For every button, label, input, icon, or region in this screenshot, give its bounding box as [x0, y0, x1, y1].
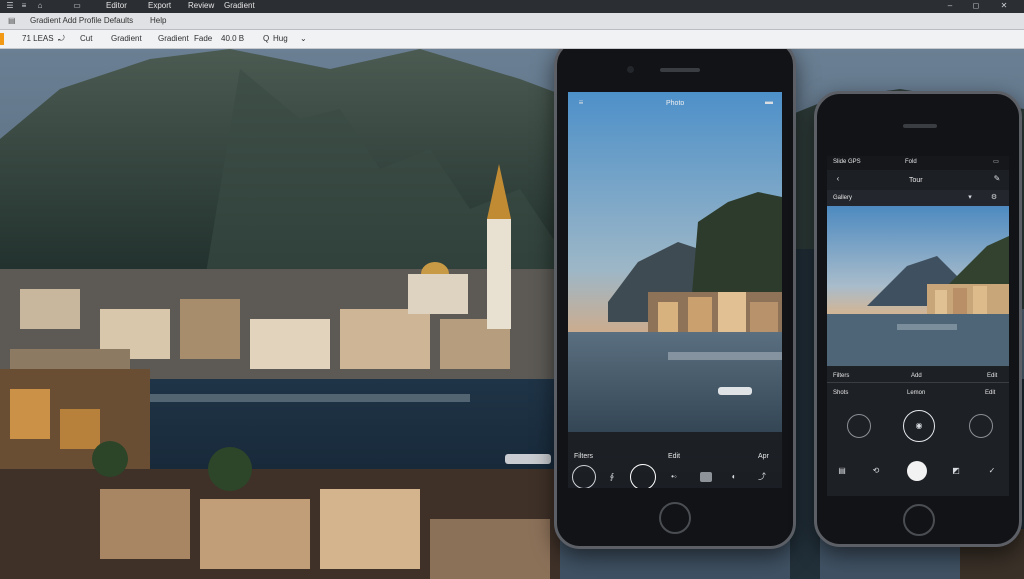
app-menu-icon[interactable]: ☰: [4, 1, 16, 11]
row-label-left: Filters: [833, 373, 850, 379]
accent-marker: [0, 33, 4, 45]
menu-icon[interactable]: ≡: [574, 98, 588, 108]
close-icon[interactable]: ✕: [998, 1, 1010, 11]
phone1-title: Photo: [666, 100, 685, 107]
settings-icon[interactable]: ⚙: [987, 193, 1001, 203]
back-chevron-icon[interactable]: ‹: [833, 174, 843, 184]
option-size[interactable]: 71 LEAS: [22, 34, 54, 44]
row-label-center: Add: [911, 373, 922, 379]
timer-button[interactable]: [847, 414, 871, 438]
row2-label-left: Shots: [833, 390, 849, 396]
tab-document-icon[interactable]: ▤: [8, 16, 18, 26]
menu-item-export[interactable]: Export: [148, 1, 171, 11]
phone1-label-center: Edit: [668, 453, 681, 460]
option-hug[interactable]: Hug: [273, 34, 288, 44]
phone-speaker: [903, 124, 937, 128]
edit-icon[interactable]: ✎: [991, 174, 1003, 184]
phone-mockup-right: Slide GPS Fold ▭ ‹ Tour ✎ Gallery ▾ ⚙ Fi…: [814, 91, 1022, 547]
toolbar-help-label[interactable]: Help: [150, 16, 166, 26]
option-gradient-2[interactable]: Gradient: [158, 34, 189, 44]
phone-speaker: [660, 68, 700, 72]
phone1-label-right: Apr: [758, 453, 769, 460]
phone-camera: [627, 66, 634, 73]
phone1-screen: ≡ Photo ▬ Filters Edit Apr ∮ •◦ ◐ ⤴: [568, 92, 782, 488]
search-icon[interactable]: Q: [263, 34, 269, 44]
options-bar: 71 LEAS ⤾ Cut Gradient Gradient Fade 40.…: [0, 30, 1024, 49]
compare-icon[interactable]: •◦: [666, 472, 682, 482]
window-icon[interactable]: ▭: [70, 1, 84, 11]
battery-icon: ▭: [993, 159, 999, 165]
option-dropdown-icon[interactable]: ⌄: [300, 34, 307, 44]
home-button[interactable]: [903, 504, 935, 536]
row2-label-right: Edit: [985, 390, 996, 396]
share-icon[interactable]: ⤴: [756, 472, 768, 482]
phone1-label-left: Filters: [574, 453, 594, 460]
gallery-icon[interactable]: ▤: [835, 466, 849, 476]
option-cut[interactable]: Cut: [80, 34, 92, 44]
option-gradient-1[interactable]: Gradient: [111, 34, 142, 44]
more-icon[interactable]: ▬: [762, 97, 776, 107]
capture-button[interactable]: [630, 464, 656, 488]
check-icon[interactable]: ✓: [985, 466, 999, 476]
menu-item-gradient[interactable]: Gradient: [224, 1, 255, 11]
phone2-title: Tour: [909, 177, 923, 184]
row2-label-center: Lemon: [907, 390, 926, 396]
gallery-label: Gallery: [833, 195, 853, 201]
hamburger-icon[interactable]: ≡: [18, 1, 30, 11]
maximize-icon[interactable]: ◻: [970, 1, 982, 11]
option-fade[interactable]: Fade: [194, 34, 212, 44]
phone1-photo: [568, 92, 782, 488]
menu-item-editor[interactable]: Editor: [106, 1, 127, 11]
image-icon[interactable]: ◩: [949, 466, 963, 476]
dropdown-icon[interactable]: ▾: [965, 193, 975, 203]
row-label-right: Edit: [987, 373, 998, 379]
capture-dot-button[interactable]: [907, 461, 927, 481]
toolbar-tab-label[interactable]: Gradient Add Profile Defaults: [30, 16, 133, 26]
phone2-screen: Slide GPS Fold ▭ ‹ Tour ✎ Gallery ▾ ⚙ Fi…: [827, 156, 1009, 496]
layers-icon[interactable]: [700, 472, 712, 482]
toolbar: ▤ Gradient Add Profile Defaults Help: [0, 13, 1024, 30]
status-left: Slide GPS: [833, 159, 861, 165]
option-cut-icon[interactable]: ⤾: [58, 34, 65, 44]
minimize-icon[interactable]: –: [944, 1, 956, 11]
swap-icon[interactable]: ⟲: [869, 466, 883, 476]
option-value[interactable]: 40.0 B: [221, 34, 244, 44]
brush-icon[interactable]: ∮: [606, 472, 618, 482]
phone2-photo: [827, 206, 1009, 366]
home-icon[interactable]: ⌂: [34, 1, 46, 11]
menu-item-review[interactable]: Review: [188, 1, 214, 11]
divider: [827, 382, 1009, 383]
flip-button[interactable]: [969, 414, 993, 438]
eye-icon[interactable]: ◉: [913, 421, 925, 431]
window-titlebar: ☰ ≡ ⌂ ▭ Editor Export Review Gradient – …: [0, 0, 1024, 13]
home-button[interactable]: [659, 502, 691, 534]
gallery-row: [827, 190, 1009, 206]
phone-mockup-left: ≡ Photo ▬ Filters Edit Apr ∮ •◦ ◐ ⤴: [554, 49, 796, 549]
crop-button[interactable]: [572, 465, 596, 488]
image-canvas[interactable]: ≡ Photo ▬ Filters Edit Apr ∮ •◦ ◐ ⤴ Slid…: [0, 49, 1024, 579]
status-center: Fold: [905, 159, 917, 165]
adjust-icon[interactable]: ◐: [728, 472, 740, 482]
